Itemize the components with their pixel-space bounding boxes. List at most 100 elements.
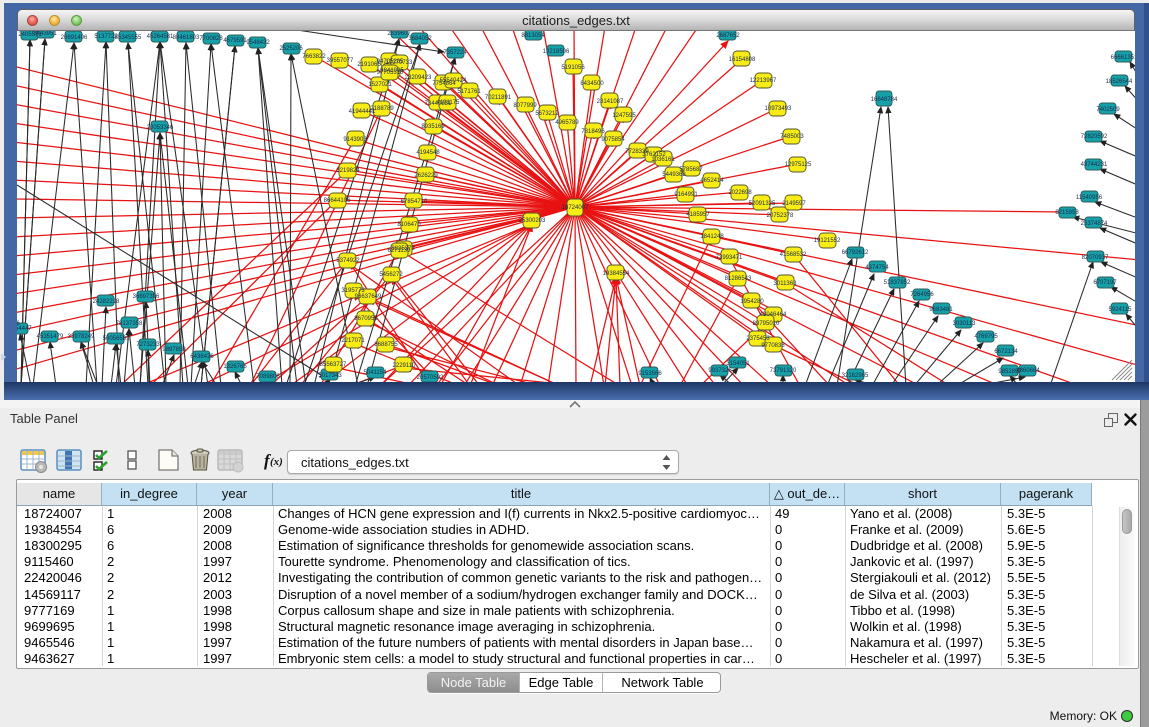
svg-text:36697396: 36697396 [133, 294, 160, 300]
svg-text:5374922: 5374922 [336, 258, 360, 264]
svg-text:86644106: 86644106 [324, 198, 351, 204]
svg-text:8813054: 8813054 [521, 33, 545, 39]
svg-text:5673212: 5673212 [535, 111, 559, 117]
svg-text:7089806: 7089806 [256, 374, 280, 380]
svg-text:6438436: 6438436 [190, 354, 214, 360]
svg-text:19384554: 19384554 [603, 271, 630, 277]
svg-text:5017343: 5017343 [318, 373, 342, 379]
svg-text:67854710: 67854710 [401, 199, 428, 205]
svg-text:25374874: 25374874 [1081, 221, 1108, 227]
svg-text:41568532: 41568532 [780, 252, 807, 258]
svg-text:85563727: 85563727 [320, 362, 347, 368]
svg-text:9937326: 9937326 [708, 368, 732, 374]
svg-text:7818496: 7818496 [581, 129, 605, 135]
svg-text:24282218: 24282218 [93, 299, 120, 305]
svg-text:1527021: 1527021 [368, 82, 392, 88]
svg-text:66792612: 66792612 [842, 250, 869, 256]
svg-text:18526544: 18526544 [1106, 79, 1133, 85]
svg-text:78137358: 78137358 [116, 321, 143, 327]
svg-text:4185957: 4185957 [686, 212, 710, 218]
svg-text:20570592: 20570592 [417, 375, 444, 381]
svg-text:1841248: 1841248 [700, 234, 724, 240]
svg-text:39557077: 39557077 [327, 58, 354, 64]
svg-text:2149597: 2149597 [782, 201, 806, 207]
svg-text:3030113: 3030113 [953, 321, 977, 327]
svg-text:2022698: 2022698 [728, 190, 752, 196]
svg-text:11540956: 11540956 [1076, 195, 1103, 201]
svg-text:20691406: 20691406 [61, 35, 88, 41]
svg-text:1247595: 1247595 [612, 113, 636, 119]
svg-text:4860684: 4860684 [1016, 368, 1040, 374]
svg-text:19121552: 19121552 [814, 238, 841, 244]
svg-text:6707197: 6707197 [1093, 280, 1117, 286]
svg-text:23141087: 23141087 [597, 99, 624, 105]
svg-text:12213967: 12213967 [750, 78, 777, 84]
svg-text:85345555: 85345555 [115, 35, 142, 41]
svg-text:88461803: 88461803 [173, 35, 200, 41]
svg-text:(x): (x) [270, 456, 283, 468]
svg-text:5443951: 5443951 [33, 31, 57, 37]
svg-text:7264956: 7264956 [910, 292, 934, 298]
svg-text:8106470: 8106470 [397, 222, 421, 228]
svg-text:7700828: 7700828 [199, 36, 223, 42]
svg-text:45351479: 45351479 [37, 334, 64, 340]
svg-text:20752378: 20752378 [767, 213, 794, 219]
svg-text:32162965: 32162965 [842, 373, 869, 379]
svg-text:9770838: 9770838 [761, 343, 785, 349]
svg-text:3154051: 3154051 [726, 361, 750, 367]
svg-text:6672134: 6672134 [994, 349, 1018, 355]
svg-text:9153566: 9153566 [638, 371, 662, 377]
svg-text:43046464: 43046464 [760, 312, 787, 318]
svg-text:4769795: 4769795 [974, 334, 998, 340]
svg-text:5456272: 5456272 [379, 272, 403, 278]
svg-text:5191056: 5191056 [561, 65, 585, 71]
svg-text:7663822: 7663822 [302, 54, 326, 60]
svg-text:89795010: 89795010 [753, 321, 780, 327]
svg-text:8688755: 8688755 [374, 342, 398, 348]
svg-text:1036161: 1036161 [651, 157, 675, 163]
svg-text:70211891: 70211891 [485, 95, 512, 101]
svg-text:2229110: 2229110 [393, 363, 417, 369]
svg-text:4191175: 4191175 [437, 100, 461, 106]
svg-text:7485003: 7485003 [780, 134, 804, 140]
svg-text:5785687: 5785687 [679, 167, 703, 173]
svg-text:9683481: 9683481 [929, 307, 953, 313]
svg-text:8935169: 8935169 [421, 124, 445, 130]
svg-text:43744231: 43744231 [1081, 162, 1108, 168]
svg-text:9548432: 9548432 [246, 40, 270, 46]
svg-text:7402509: 7402509 [1096, 107, 1120, 113]
svg-text:4679591: 4679591 [223, 38, 247, 44]
svg-text:9164991: 9164991 [674, 192, 698, 198]
svg-text:9143903: 9143903 [343, 137, 367, 143]
svg-text:5171761: 5171761 [457, 89, 481, 95]
svg-text:8215958: 8215958 [1055, 210, 1079, 216]
svg-text:45264581: 45264581 [147, 34, 174, 40]
svg-text:19218506: 19218506 [543, 49, 570, 55]
svg-text:5924115: 5924115 [1109, 307, 1133, 313]
svg-text:18724007: 18724007 [562, 205, 589, 211]
svg-text:4194548: 4194548 [416, 150, 440, 156]
svg-text:82070937: 82070937 [1082, 255, 1109, 261]
svg-text:96637649: 96637649 [355, 294, 382, 300]
svg-text:5041154: 5041154 [364, 370, 388, 376]
svg-text:10973493: 10973493 [765, 106, 792, 112]
svg-text:97705310: 97705310 [377, 70, 404, 76]
svg-text:72820592: 72820592 [1081, 134, 1108, 140]
svg-text:3219824: 3219824 [336, 168, 360, 174]
svg-text:4652414: 4652414 [700, 178, 724, 184]
svg-text:8434500: 8434500 [580, 81, 604, 87]
svg-text:1954280: 1954280 [740, 299, 764, 305]
svg-text:73993471: 73993471 [716, 255, 743, 261]
svg-text:52091325: 52091325 [749, 201, 776, 207]
svg-text:73791320: 73791320 [770, 368, 797, 374]
svg-text:8670955: 8670955 [354, 316, 378, 322]
svg-text:20053346: 20053346 [147, 125, 174, 131]
svg-text:23209423: 23209423 [405, 75, 432, 81]
svg-text:16154808: 16154808 [729, 57, 756, 63]
svg-text:9897858: 9897858 [162, 347, 186, 353]
svg-text:7357224: 7357224 [443, 50, 467, 56]
svg-text:16648784: 16648784 [871, 97, 898, 103]
svg-text:7273233: 7273233 [136, 342, 160, 348]
svg-text:50056581: 50056581 [103, 336, 130, 342]
svg-text:25300203: 25300203 [519, 218, 546, 224]
